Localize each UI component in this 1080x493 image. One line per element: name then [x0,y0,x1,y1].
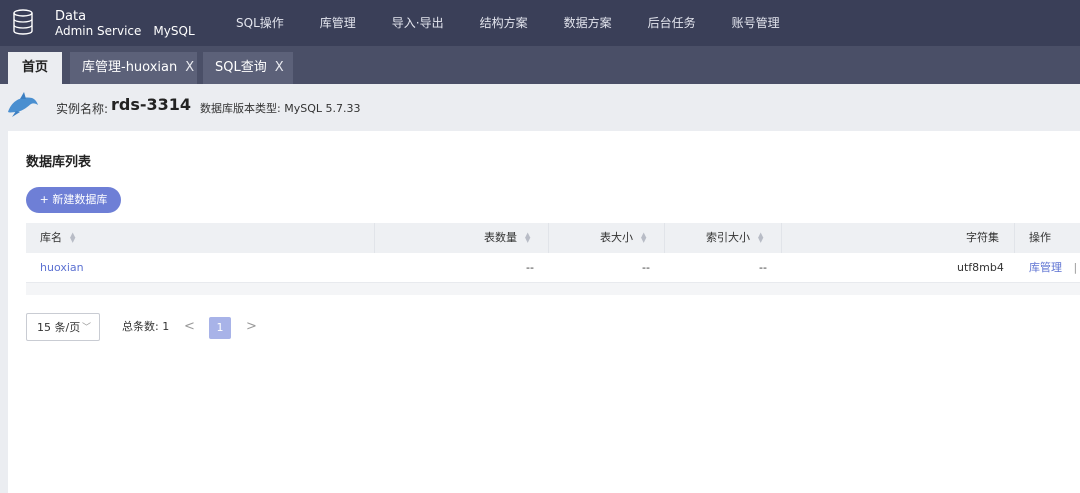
col-index-size-label: 索引大小 [706,231,750,244]
db-manage-link[interactable]: 库管理 [1029,261,1062,274]
mysql-dolphin-icon [8,92,38,117]
col-table-size[interactable]: 表大小 ▲ ▼ [600,223,646,253]
total-value: 1 [162,320,170,333]
table-row: huoxian -- -- -- utf8mb4 库管理 | [26,253,1080,283]
prev-page-icon[interactable]: < [184,313,195,341]
tab-db-manage-label: 库管理-huoxian [82,60,178,75]
total-label: 总条数: [122,320,159,333]
col-actions: 操作 [1029,231,1051,244]
instance-name-label: 实例名称: [56,102,109,116]
db-version: 数据库版本类型: MySQL 5.7.33 [200,100,360,116]
menu-data-plan[interactable]: 数据方案 [564,0,612,46]
col-table-count[interactable]: 表数量 ▲ ▼ [484,223,530,253]
sort-icon[interactable]: ▲ ▼ [758,232,763,244]
close-icon[interactable]: X [185,60,194,75]
page-size-value: 15 条/页 [37,321,81,334]
tab-home-label: 首页 [22,60,49,75]
col-table-count-label: 表数量 [484,231,517,244]
col-table-size-label: 表大小 [600,231,633,244]
total-count: 总条数: 1 [122,313,169,341]
tab-sql-query-label: SQL查询 [215,60,267,75]
column-divider [374,223,375,253]
app-title-line1: Data [55,9,87,24]
sort-icon[interactable]: ▲ ▼ [525,232,530,244]
db-name-link[interactable]: huoxian [40,253,84,282]
column-divider [548,223,549,253]
app-title: Data Admin Service MySQL [55,9,195,39]
page-size-select[interactable]: 15 条/页 ﹀ [26,313,100,341]
instance-name: rds-3314 [111,95,192,114]
tab-bar: 首页 库管理-huoxian X SQL查询 X [0,46,1080,84]
menu-import-export[interactable]: 导入·导出 [392,0,444,46]
db-type-label: MySQL [153,24,195,38]
col-index-size[interactable]: 索引大小 ▲ ▼ [706,223,763,253]
col-db-name-label: 库名 [40,231,62,244]
tab-db-manage-huoxian[interactable]: 库管理-huoxian X [70,52,197,84]
next-page-icon[interactable]: > [246,313,257,341]
sort-icon[interactable]: ▲ ▼ [70,232,75,244]
menu-background-tasks[interactable]: 后台任务 [648,0,696,46]
menu-schema-plan[interactable]: 结构方案 [480,0,528,46]
col-db-name[interactable]: 库名 ▲ ▼ [40,223,75,253]
tab-home[interactable]: 首页 [8,52,63,84]
column-divider [781,223,782,253]
main-menu: SQL操作 库管理 导入·导出 结构方案 数据方案 后台任务 账号管理 [236,0,816,46]
chevron-down-icon: ﹀ [81,323,91,333]
table-header: 库名 ▲ ▼ 表数量 ▲ ▼ 表大小 ▲ ▼ 索引大小 ▲ ▼ 字符集 操作 [26,223,1080,253]
table-count-cell: -- [526,261,534,274]
menu-db-manage[interactable]: 库管理 [320,0,356,46]
app-title-line2: Admin Service [55,24,142,38]
table-size-cell: -- [642,261,650,274]
database-list-card: 数据库列表 + 新建数据库 库名 ▲ ▼ 表数量 ▲ ▼ 表大小 ▲ ▼ 索引大小 ▲ ▼ 字符… [8,131,1080,493]
tab-sql-query[interactable]: SQL查询 X [203,52,293,84]
action-separator: | [1073,261,1078,274]
sort-icon[interactable]: ▲ ▼ [641,232,646,244]
horizontal-scrollbar[interactable] [26,283,1080,295]
close-icon[interactable]: X [275,60,284,75]
db-version-label: 数据库版本类型: [200,102,281,115]
new-database-label: 新建数据库 [52,193,108,206]
charset-cell: utf8mb4 [957,261,1004,274]
plus-icon: + [39,193,49,206]
column-divider [1014,223,1015,253]
database-list-title: 数据库列表 [26,155,92,170]
database-logo-icon [13,9,33,35]
column-divider [664,223,665,253]
menu-account-manage[interactable]: 账号管理 [732,0,780,46]
menu-sql-ops[interactable]: SQL操作 [236,0,284,46]
index-size-cell: -- [759,261,767,274]
top-navbar: Data Admin Service MySQL SQL操作 库管理 导入·导出 … [0,0,1080,46]
new-database-button[interactable]: + 新建数据库 [26,187,121,213]
db-version-value: MySQL 5.7.33 [284,102,361,115]
col-charset: 字符集 [966,231,999,244]
instance-info-bar: 实例名称: rds-3314 数据库版本类型: MySQL 5.7.33 [0,84,1080,130]
page-number-button[interactable]: 1 [209,317,231,339]
